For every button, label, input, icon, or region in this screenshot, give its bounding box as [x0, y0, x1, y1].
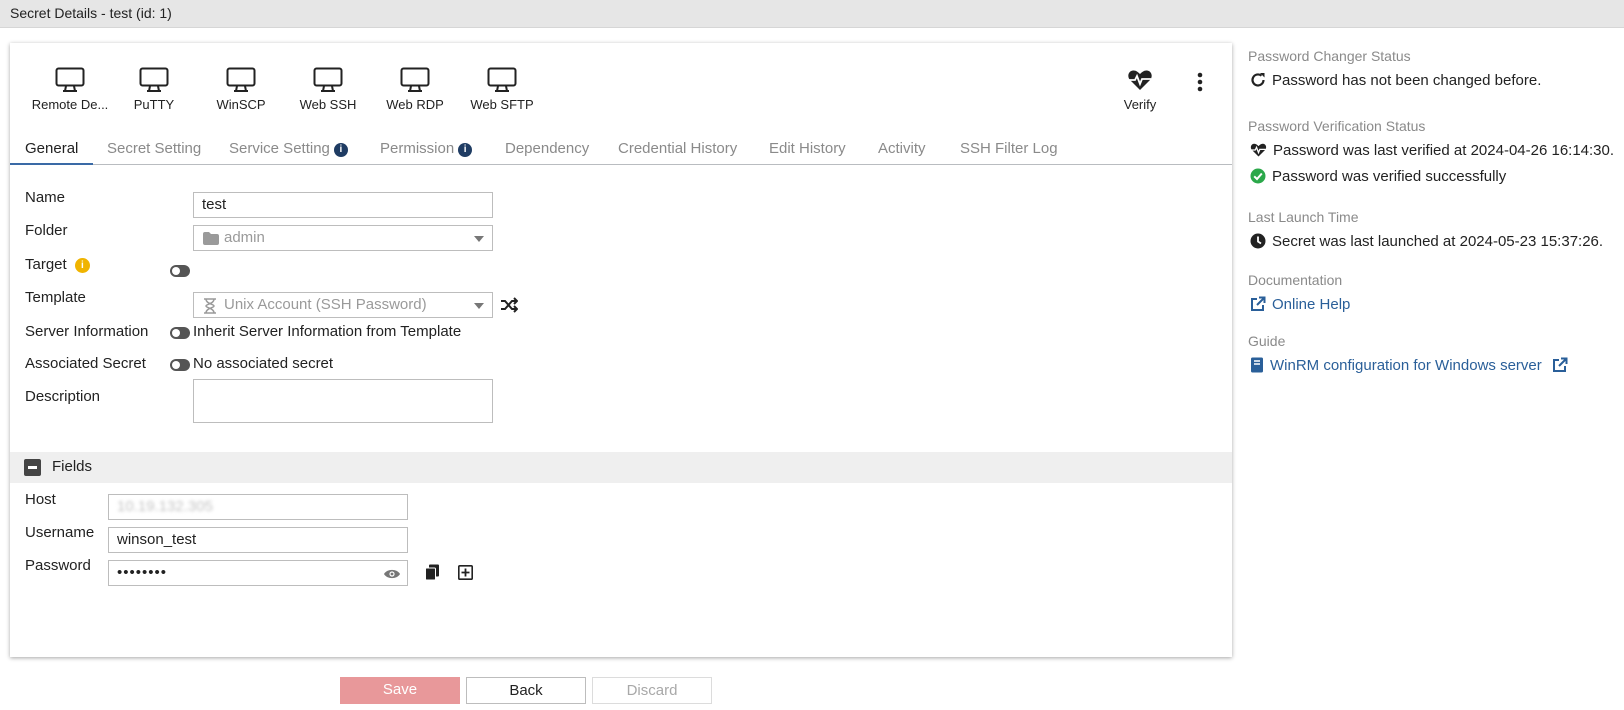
- tab-secret-setting[interactable]: Secret Setting: [107, 135, 201, 165]
- tab-general[interactable]: General: [10, 135, 94, 165]
- verify-label: Verify: [1123, 97, 1157, 112]
- description-textarea[interactable]: [193, 379, 493, 423]
- monitor-icon: [109, 67, 199, 93]
- heartbeat-icon: [1095, 67, 1185, 93]
- info-icon: i: [458, 143, 473, 157]
- target-toggle[interactable]: [170, 265, 190, 277]
- associated-secret-toggle[interactable]: [170, 359, 190, 371]
- window-title: Secret Details - test (id: 1): [0, 0, 1624, 28]
- password-changer-status: Password has not been changed before.: [1250, 72, 1541, 89]
- launcher-web-rdp-button[interactable]: Web RDP: [370, 67, 460, 112]
- save-button[interactable]: Save: [340, 677, 460, 704]
- online-help-link[interactable]: Online Help: [1250, 296, 1350, 313]
- launcher-label: Web SSH: [299, 97, 357, 112]
- tab-dependency[interactable]: Dependency: [505, 135, 589, 165]
- launcher-remote-desktop-button[interactable]: Remote De...: [25, 67, 115, 112]
- clock-icon: [1250, 233, 1272, 250]
- template-select[interactable]: Unix Account (SSH Password): [193, 292, 493, 318]
- password-verification-result: Password was verified successfully: [1250, 168, 1506, 185]
- book-icon: [1250, 357, 1270, 374]
- tab-bar: General Secret Setting Service Setting i …: [10, 135, 1232, 165]
- launcher-putty-button[interactable]: PuTTY: [109, 67, 199, 112]
- external-link-icon: [1552, 357, 1574, 374]
- launcher-web-ssh-button[interactable]: Web SSH: [283, 67, 373, 112]
- fields-section-title: Fields: [52, 458, 93, 475]
- password-input[interactable]: ••••••••: [108, 560, 408, 586]
- chevron-down-icon: [474, 236, 484, 242]
- winrm-guide-link[interactable]: WinRM configuration for Windows server: [1250, 357, 1574, 374]
- tab-edit-history[interactable]: Edit History: [769, 135, 846, 165]
- name-input[interactable]: test: [193, 192, 493, 218]
- monitor-icon: [457, 67, 547, 93]
- folder-select[interactable]: admin: [193, 225, 493, 251]
- last-launch-time: Secret was last launched at 2024-05-23 1…: [1250, 233, 1603, 250]
- server-information-toggle[interactable]: [170, 327, 190, 339]
- password-value: ••••••••: [117, 564, 168, 581]
- launcher-web-sftp-button[interactable]: Web SFTP: [457, 67, 547, 112]
- vertical-ellipsis-icon: [1190, 72, 1210, 98]
- tab-service-setting[interactable]: Service Setting i: [229, 135, 348, 165]
- verify-button[interactable]: Verify: [1095, 67, 1185, 112]
- tab-permission[interactable]: Permission i: [380, 135, 473, 165]
- collapse-icon[interactable]: [24, 459, 41, 476]
- username-input[interactable]: winson_test: [108, 527, 408, 553]
- external-link-icon: [1250, 296, 1272, 313]
- password-verification-heading: Password Verification Status: [1248, 118, 1426, 134]
- launcher-winscp-button[interactable]: WinSCP: [196, 67, 286, 112]
- template-label: Template: [25, 289, 86, 306]
- heartbeat-icon: [1250, 142, 1273, 159]
- copy-icon[interactable]: [425, 564, 440, 584]
- tab-ssh-filter-log[interactable]: SSH Filter Log: [960, 135, 1058, 165]
- monitor-icon: [25, 67, 115, 93]
- discard-button[interactable]: Discard: [592, 677, 712, 704]
- launcher-label: Web RDP: [386, 97, 444, 112]
- associated-secret-label: Associated Secret: [25, 355, 146, 372]
- last-launch-heading: Last Launch Time: [1248, 209, 1359, 225]
- folder-icon: [203, 232, 219, 249]
- guide-heading: Guide: [1248, 333, 1286, 349]
- password-label: Password: [25, 557, 91, 574]
- launcher-label: WinSCP: [216, 97, 266, 112]
- monitor-icon: [283, 67, 373, 93]
- password-verification-time: Password was last verified at 2024-04-26…: [1250, 142, 1614, 159]
- host-input[interactable]: 10.19.132.305: [108, 494, 408, 520]
- folder-label: Folder: [25, 222, 68, 239]
- back-button[interactable]: Back: [466, 677, 586, 704]
- server-information-value: Inherit Server Information from Template: [193, 323, 462, 340]
- server-information-label: Server Information: [25, 323, 149, 340]
- more-options-button[interactable]: [1190, 71, 1210, 95]
- documentation-heading: Documentation: [1248, 272, 1343, 288]
- refresh-icon: [1250, 72, 1272, 89]
- check-circle-icon: [1250, 168, 1272, 185]
- eye-icon[interactable]: [383, 567, 401, 584]
- host-label: Host: [25, 491, 56, 508]
- monitor-icon: [370, 67, 460, 93]
- hourglass-icon: [203, 298, 217, 317]
- description-label: Description: [25, 388, 101, 405]
- host-value: 10.19.132.305: [117, 498, 213, 515]
- launcher-label: PuTTY: [133, 97, 175, 112]
- chevron-down-icon: [474, 303, 484, 309]
- tab-activity[interactable]: Activity: [878, 135, 926, 165]
- launcher-label: Remote De...: [31, 97, 109, 112]
- username-label: Username: [25, 524, 95, 541]
- launcher-label: Web SFTP: [470, 97, 534, 112]
- fields-section-header: Fields: [10, 452, 1232, 483]
- warning-info-icon: i: [74, 258, 90, 273]
- target-label: Target i: [25, 256, 90, 273]
- folder-value: admin: [224, 229, 265, 246]
- password-changer-heading: Password Changer Status: [1248, 48, 1411, 64]
- monitor-icon: [196, 67, 286, 93]
- secret-details-card: Remote De... PuTTY WinSCP Web SSH Web RD…: [10, 43, 1232, 657]
- template-value: Unix Account (SSH Password): [224, 296, 427, 313]
- shuffle-icon[interactable]: [500, 297, 519, 316]
- associated-secret-value: No associated secret: [193, 355, 334, 372]
- expand-plus-icon[interactable]: [458, 565, 473, 583]
- info-icon: i: [333, 143, 348, 157]
- tab-credential-history[interactable]: Credential History: [618, 135, 737, 165]
- name-label: Name: [25, 189, 66, 206]
